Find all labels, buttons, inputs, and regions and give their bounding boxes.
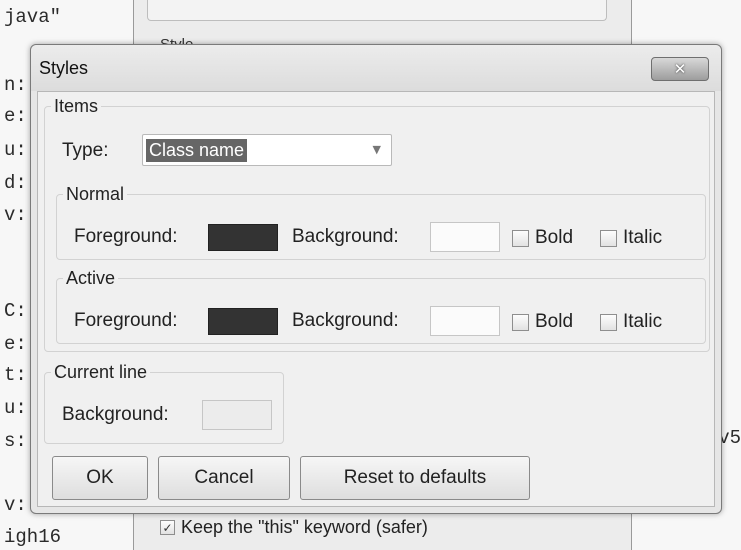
active-italic-option[interactable]: Italic: [600, 311, 662, 333]
normal-italic-label: Italic: [623, 227, 663, 248]
normal-group-legend: Normal: [66, 184, 125, 204]
normal-bold-checkbox[interactable]: [512, 229, 529, 247]
items-group-legend: Items: [54, 96, 99, 116]
code-line: n:: [4, 74, 27, 96]
code-line: v:: [4, 494, 27, 516]
normal-bold-option[interactable]: Bold: [512, 227, 573, 249]
options-style-label: Style: [160, 34, 193, 44]
dialog-titlebar[interactable]: Styles ✕: [31, 45, 721, 91]
code-line: igh16: [4, 526, 62, 548]
code-line: t:: [4, 364, 27, 386]
active-bold-option[interactable]: Bold: [512, 311, 573, 333]
keep-this-keyword-checkbox[interactable]: ✓: [160, 520, 175, 535]
close-icon: ✕: [673, 60, 687, 78]
cancel-button[interactable]: Cancel: [158, 456, 290, 500]
ok-button[interactable]: OK: [52, 456, 148, 500]
active-foreground-color-swatch[interactable]: [208, 308, 278, 335]
active-background-label: Background:: [292, 310, 399, 331]
current-line-background-label: Background:: [62, 404, 169, 425]
dialog-client-area: Items Type: Class name ▼ Normal Foregrou…: [37, 91, 715, 507]
code-line: d:: [4, 172, 27, 194]
current-line-background-color-swatch[interactable]: [202, 400, 272, 430]
reset-to-defaults-button[interactable]: Reset to defaults: [300, 456, 530, 500]
code-line: s:: [4, 430, 27, 452]
normal-italic-option[interactable]: Italic: [600, 227, 662, 249]
code-line: u:: [4, 139, 27, 161]
active-bold-label: Bold: [535, 311, 574, 332]
code-line: e:: [4, 333, 27, 355]
normal-foreground-label: Foreground:: [74, 226, 178, 247]
type-select[interactable]: Class name ▼: [142, 134, 392, 166]
active-group-legend: Active: [66, 268, 116, 288]
code-line: v:: [4, 204, 27, 226]
code-line: e:: [4, 105, 27, 127]
options-top-box: [147, 0, 607, 21]
normal-foreground-color-swatch[interactable]: [208, 224, 278, 251]
normal-background-label: Background:: [292, 226, 399, 247]
current-line-group-legend: Current line: [54, 362, 148, 382]
normal-bold-label: Bold: [535, 227, 574, 248]
active-italic-label: Italic: [623, 311, 663, 332]
code-line: u:: [4, 397, 27, 419]
keep-this-keyword-option[interactable]: ✓ Keep the "this" keyword (safer): [160, 517, 428, 538]
styles-dialog: Styles ✕ Items Type: Class name ▼ Normal…: [30, 44, 722, 514]
code-line: java": [4, 6, 62, 28]
keep-this-keyword-label: Keep the "this" keyword (safer): [181, 517, 428, 537]
normal-background-color-swatch[interactable]: [430, 222, 500, 252]
type-label: Type:: [62, 140, 109, 161]
active-foreground-label: Foreground:: [74, 310, 178, 331]
active-bold-checkbox[interactable]: [512, 313, 529, 331]
active-italic-checkbox[interactable]: [600, 313, 617, 331]
chevron-down-icon[interactable]: ▼: [373, 143, 381, 156]
close-button[interactable]: ✕: [651, 57, 709, 81]
type-select-value: Class name: [146, 139, 248, 162]
code-line: C:: [4, 300, 27, 322]
active-background-color-swatch[interactable]: [430, 306, 500, 336]
normal-italic-checkbox[interactable]: [600, 229, 617, 247]
dialog-title: Styles: [39, 58, 89, 78]
